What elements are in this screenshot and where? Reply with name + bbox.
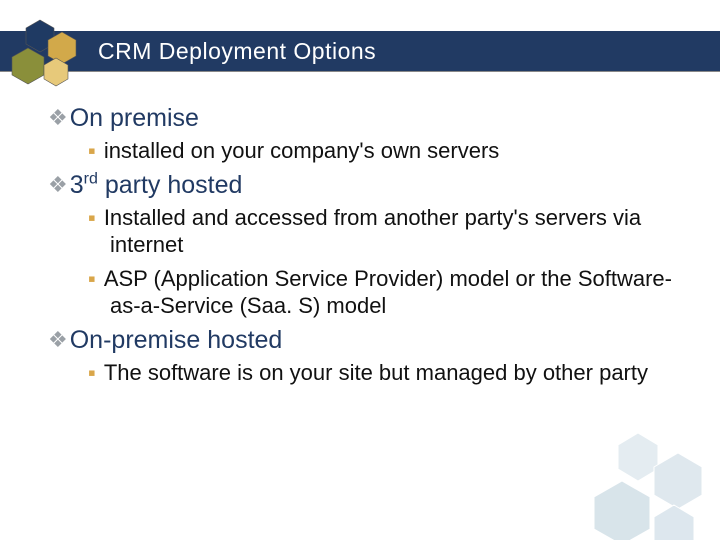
bullet-level1: ❖On premise (48, 104, 680, 133)
hexagon-cluster-icon (6, 18, 96, 93)
diamond-bullet-icon: ❖ (48, 105, 68, 130)
body-text: The software is on your site but managed… (104, 360, 648, 385)
bullet-level2: ▪ installed on your company's own servers (88, 137, 680, 165)
title-underline (0, 71, 720, 72)
body-text: ASP (Application Service Provider) model… (104, 266, 672, 319)
hexagon-watermark-icon (574, 429, 720, 540)
diamond-bullet-icon: ❖ (48, 172, 68, 197)
bullet-level1: ❖3rd party hosted (48, 171, 680, 200)
square-bullet-icon: ▪ (88, 138, 96, 163)
bullet-level2: ▪ The software is on your site but manage… (88, 359, 680, 387)
square-bullet-icon: ▪ (88, 360, 96, 385)
square-bullet-icon: ▪ (88, 205, 96, 230)
bullet-level2: ▪ ASP (Application Service Provider) mode… (88, 265, 680, 320)
bullet-level1: ❖On-premise hosted (48, 326, 680, 355)
heading-text: On-premise hosted (70, 326, 283, 354)
page-title: CRM Deployment Options (98, 38, 376, 65)
square-bullet-icon: ▪ (88, 266, 96, 291)
heading-text: On premise (70, 104, 199, 132)
body-text: Installed and accessed from another part… (104, 205, 641, 258)
body-text: installed on your company's own servers (104, 138, 500, 163)
title-bar: CRM Deployment Options (0, 31, 720, 71)
bullet-level2: ▪ Installed and accessed from another par… (88, 204, 680, 259)
diamond-bullet-icon: ❖ (48, 327, 68, 352)
heading-text: 3rd party hosted (70, 171, 243, 199)
content-body: ❖On premise ▪installed on your company's… (48, 100, 680, 392)
